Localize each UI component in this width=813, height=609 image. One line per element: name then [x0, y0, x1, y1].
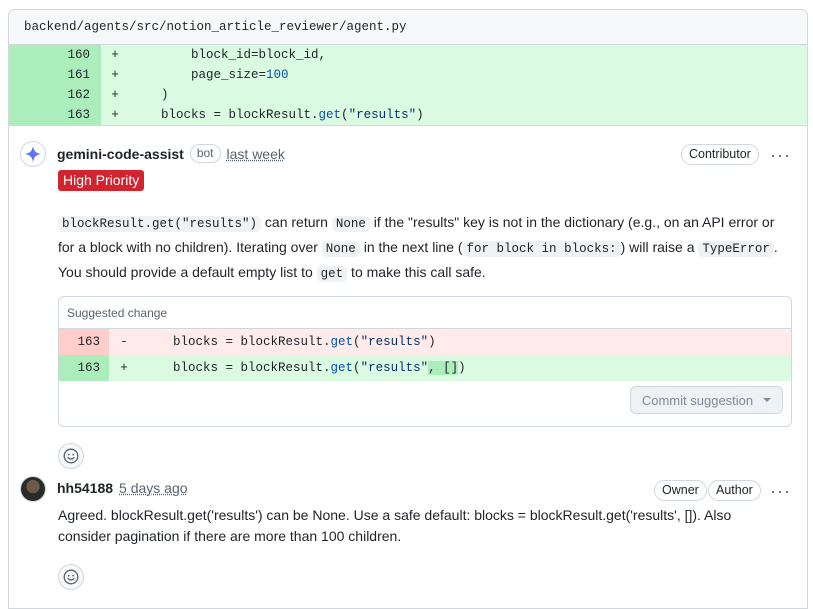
code-text: block_id=block_id, [131, 48, 327, 62]
code-text: blocks = blockResult.get("results", []) [143, 361, 466, 375]
line-number[interactable]: 163 [9, 105, 101, 125]
diff-line: 163 + blocks = blockResult.get("results"… [9, 105, 807, 125]
gemini-avatar[interactable] [20, 141, 46, 167]
diff-sign: + [111, 68, 119, 82]
line-number[interactable]: 161 [9, 65, 101, 85]
sparkle-icon [24, 145, 42, 163]
role-badge-author: Author [708, 480, 761, 501]
code-text: ) [131, 88, 169, 102]
comment-header: gemini-code-assist bot last week [57, 144, 285, 163]
code-text: blocks = blockResult.get("results") [143, 335, 436, 349]
kebab-icon[interactable]: ··· [770, 482, 791, 500]
code-text: blocks = blockResult.get("results") [131, 108, 424, 122]
priority-badge: High Priority [58, 170, 145, 191]
comment-body: blockResult.get("results") can return No… [58, 214, 778, 282]
avatar[interactable] [20, 476, 46, 502]
diff-hunk: 160 + block_id=block_id, 161 + page_size… [9, 45, 807, 126]
smiley-icon [63, 448, 79, 464]
add-reaction-button[interactable] [58, 564, 84, 590]
smiley-icon [63, 569, 79, 585]
line-number: 163 [59, 355, 109, 381]
kebab-icon[interactable]: ··· [770, 146, 791, 164]
bot-badge: bot [189, 144, 221, 163]
chevron-down-icon [763, 398, 772, 402]
line-number: 163 [59, 329, 109, 355]
diff-sign: + [120, 361, 128, 375]
comment-time[interactable]: 5 days ago [119, 480, 188, 496]
diff-sign: - [120, 335, 128, 349]
code-text: page_size=100 [131, 68, 289, 82]
suggested-change: Suggested change 163 - blocks = blockRes… [58, 296, 792, 427]
suggestion-removed-line: 163 - blocks = blockResult.get("results"… [59, 329, 791, 355]
commit-suggestion-label: Commit suggestion [641, 392, 754, 408]
review-comment: gemini-code-assist bot last week Contrib… [9, 125, 807, 469]
review-comment: hh54188 5 days ago Owner Author ··· Agre… [9, 465, 807, 601]
diff-sign: + [111, 48, 119, 62]
line-number[interactable]: 160 [9, 45, 101, 65]
commit-suggestion-button[interactable]: Commit suggestion [630, 386, 783, 414]
role-badge-contributor: Contributor [681, 144, 759, 165]
comment-body: Agreed. blockResult.get('results') can b… [58, 507, 732, 544]
role-badge-owner: Owner [654, 480, 707, 501]
comment-header: hh54188 5 days ago [57, 480, 188, 496]
diff-line: 160 + block_id=block_id, [9, 45, 807, 65]
author-name[interactable]: gemini-code-assist [57, 146, 184, 162]
suggestion-added-line: 163 + blocks = blockResult.get("results"… [59, 355, 791, 381]
author-name[interactable]: hh54188 [57, 480, 113, 496]
line-number[interactable]: 162 [9, 85, 101, 105]
diff-sign: + [111, 88, 119, 102]
diff-line: 162 + ) [9, 85, 807, 105]
comment-time[interactable]: last week [227, 146, 285, 162]
diff-sign: + [111, 108, 119, 122]
suggested-change-header: Suggested change [59, 297, 791, 329]
diff-line: 161 + page_size=100 [9, 65, 807, 85]
file-diff: backend/agents/src/notion_article_review… [8, 9, 808, 609]
file-path[interactable]: backend/agents/src/notion_article_review… [9, 10, 807, 45]
